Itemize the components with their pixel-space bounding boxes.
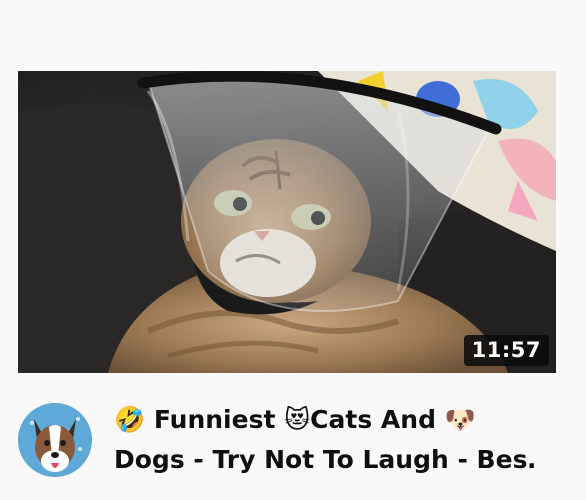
video-title-line-2: Dogs - Try Not To Laugh - Bes… bbox=[114, 445, 534, 474]
video-title[interactable]: 🤣 Funniest 😻Cats And 🐶 Dogs - Try Not To… bbox=[114, 400, 534, 480]
channel-avatar[interactable] bbox=[18, 403, 92, 477]
video-thumbnail[interactable]: 11:57 bbox=[18, 71, 556, 373]
video-duration-badge: 11:57 bbox=[463, 335, 549, 366]
video-card[interactable]: 11:57 🤣 Funniest 😻Cats And 🐶 Dogs - Try … bbox=[0, 0, 586, 500]
video-title-line-1: 🤣 Funniest 😻Cats And 🐶 bbox=[114, 405, 476, 434]
cartoon-dog-avatar-icon bbox=[18, 403, 92, 477]
thumbnail-image bbox=[18, 71, 556, 373]
